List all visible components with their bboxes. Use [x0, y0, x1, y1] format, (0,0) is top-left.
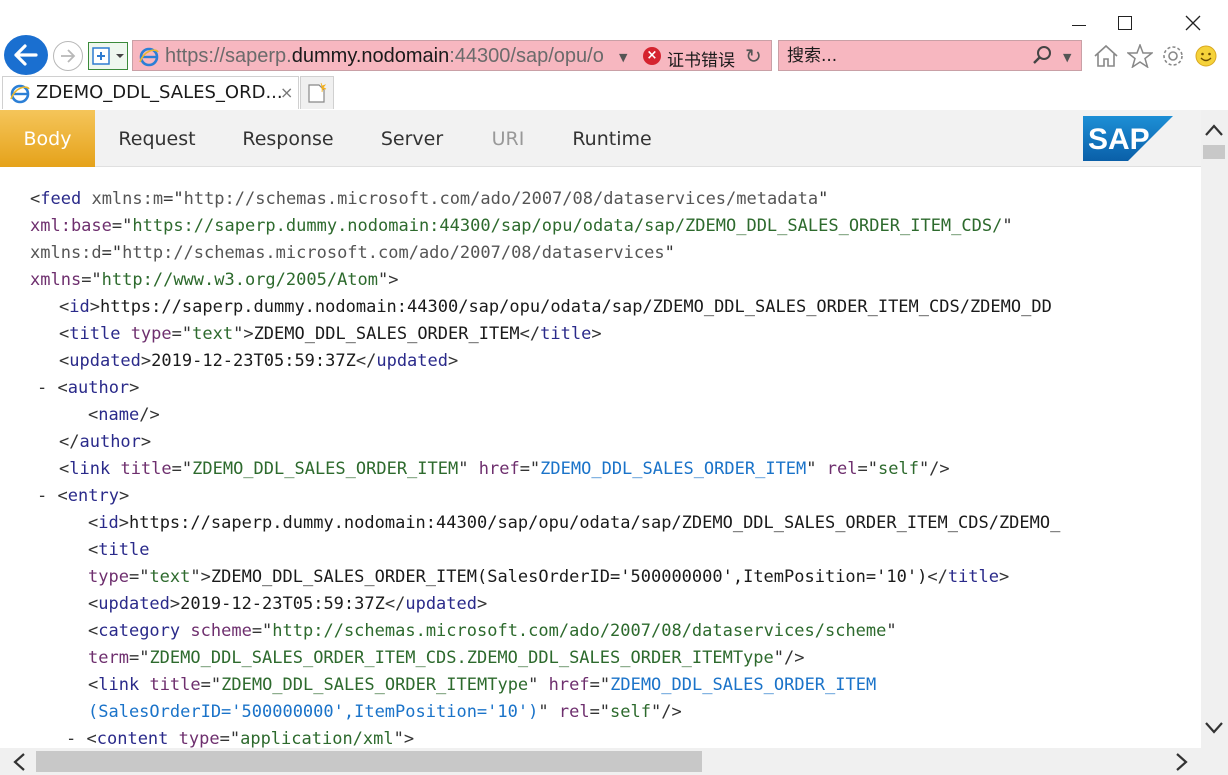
certificate-error-label[interactable]: 证书错误 [667, 46, 735, 71]
tab-response[interactable]: Response [228, 110, 348, 167]
xml-line: <updated>2019-12-23T05:59:37Z</updated> [59, 351, 459, 371]
collapse-toggle[interactable]: - [37, 486, 47, 506]
xml-line: <feed xmlns:m="http://schemas.microsoft.… [30, 189, 829, 209]
ie-tab-icon [10, 84, 30, 104]
tab-bar: ZDEMO_DDL_SALES_ORD... × [0, 76, 1228, 110]
search-input[interactable] [787, 45, 1017, 67]
xml-line: <title [88, 540, 150, 560]
xml-line: xml:base="https://saperp.dummy.nodomain:… [30, 216, 1013, 236]
home-icon[interactable] [1093, 43, 1119, 69]
xml-line: <link title="ZDEMO_DDL_SALES_ORDER_ITEM"… [59, 459, 950, 479]
close-icon [1185, 15, 1201, 31]
collapse-toggle[interactable]: - [66, 729, 76, 748]
scroll-down-icon[interactable] [1203, 713, 1225, 743]
xml-line: </author> [59, 432, 152, 452]
tab-title: ZDEMO_DDL_SALES_ORD... [36, 82, 283, 103]
minimize-icon [1072, 24, 1086, 26]
new-tab-icon [308, 82, 327, 103]
entry-link-href[interactable]: ZDEMO_DDL_SALES_ORDER_ITEM [610, 675, 876, 695]
address-bar[interactable]: https://saperp.dummy.nodomain:44300/sap/… [132, 40, 772, 71]
xml-viewer: <feed xmlns:m="http://schemas.microsoft.… [0, 167, 1201, 748]
back-button[interactable] [4, 35, 48, 75]
tab-request[interactable]: Request [102, 110, 212, 167]
link-href[interactable]: ZDEMO_DDL_SALES_ORDER_ITEM [540, 459, 806, 479]
xml-line: xmlns:d="http://schemas.microsoft.com/ad… [30, 243, 675, 263]
certificate-error-icon[interactable]: × [643, 47, 661, 65]
xml-line: <name/> [88, 405, 160, 425]
xml-line: - <content type="application/xml"> [66, 729, 415, 748]
xml-line: <category scheme="http://schemas.microso… [88, 621, 897, 641]
tab-zdemo-sales-order[interactable]: ZDEMO_DDL_SALES_ORD... × [2, 76, 299, 109]
xml-line: <id>https://saperp.dummy.nodomain:44300/… [59, 297, 1052, 317]
address-dropdown-icon[interactable]: ▼ [619, 51, 627, 64]
back-arrow-icon [14, 44, 38, 66]
forward-arrow-icon [61, 49, 76, 63]
tab-uri: URI [491, 127, 525, 150]
entry-link-href-cont[interactable]: (SalesOrderID='500000000',ItemPosition='… [88, 702, 538, 722]
vertical-scroll-thumb[interactable] [1203, 145, 1225, 159]
url-path: :44300/sap/opu/o [449, 45, 604, 67]
xml-line: <link title="ZDEMO_DDL_SALES_ORDER_ITEMT… [88, 675, 877, 695]
favorites-star-icon[interactable] [1127, 43, 1153, 69]
xml-line: <updated>2019-12-23T05:59:37Z</updated> [88, 594, 488, 614]
scroll-left-icon[interactable] [4, 748, 34, 775]
vertical-scrollbar[interactable] [1201, 110, 1228, 748]
scroll-up-icon[interactable] [1203, 115, 1225, 145]
forward-button[interactable] [53, 41, 83, 71]
scroll-right-icon[interactable] [1167, 748, 1197, 775]
search-dropdown-icon[interactable]: ▼ [1063, 51, 1071, 64]
compatibility-view-button[interactable] [88, 42, 128, 70]
ie-page-icon [139, 47, 159, 67]
address-url[interactable]: https://saperp.dummy.nodomain:44300/sap/… [165, 45, 604, 68]
compatibility-icon [92, 47, 124, 65]
tab-server[interactable]: Server [366, 110, 458, 167]
maximize-icon [1118, 16, 1132, 30]
sap-logo-text: SAP [1088, 123, 1150, 156]
refresh-icon[interactable]: ↻ [745, 44, 762, 68]
new-tab-button[interactable] [300, 76, 334, 109]
xml-line: <title type="text">ZDEMO_DDL_SALES_ORDER… [59, 324, 602, 344]
sap-logo: SAP [1083, 116, 1173, 161]
collapse-toggle[interactable]: - [37, 378, 47, 398]
tab-body[interactable]: Body [0, 110, 95, 167]
xml-line: type="text">ZDEMO_DDL_SALES_ORDER_ITEM(S… [88, 567, 1010, 587]
xml-line: (SalesOrderID='500000000',ItemPosition='… [88, 702, 682, 722]
xml-line: xmlns="http://www.w3.org/2005/Atom"> [30, 270, 399, 290]
sap-gateway-menu: Body Request Response Server URI Runtime… [0, 110, 1201, 167]
xml-line: <id>https://saperp.dummy.nodomain:44300/… [88, 513, 1061, 533]
settings-gear-icon[interactable] [1160, 43, 1186, 69]
navigation-bar: https://saperp.dummy.nodomain:44300/sap/… [0, 34, 1228, 76]
tab-close-icon[interactable]: × [280, 83, 293, 102]
url-host: dummy.nodomain [291, 45, 450, 67]
xml-line: - <entry> [37, 486, 130, 506]
search-bar[interactable]: ▼ [778, 40, 1082, 71]
tab-runtime[interactable]: Runtime [556, 110, 668, 167]
feedback-smiley-icon[interactable] [1193, 43, 1219, 69]
horizontal-scroll-thumb[interactable] [36, 751, 702, 772]
horizontal-scrollbar[interactable] [0, 748, 1201, 775]
search-icon[interactable] [1031, 44, 1053, 66]
url-scheme: https://saperp. [165, 45, 292, 67]
xml-line: term="ZDEMO_DDL_SALES_ORDER_ITEM_CDS.ZDE… [88, 648, 805, 668]
xml-line: - <author> [37, 378, 140, 398]
scrollbar-corner [1201, 748, 1228, 775]
